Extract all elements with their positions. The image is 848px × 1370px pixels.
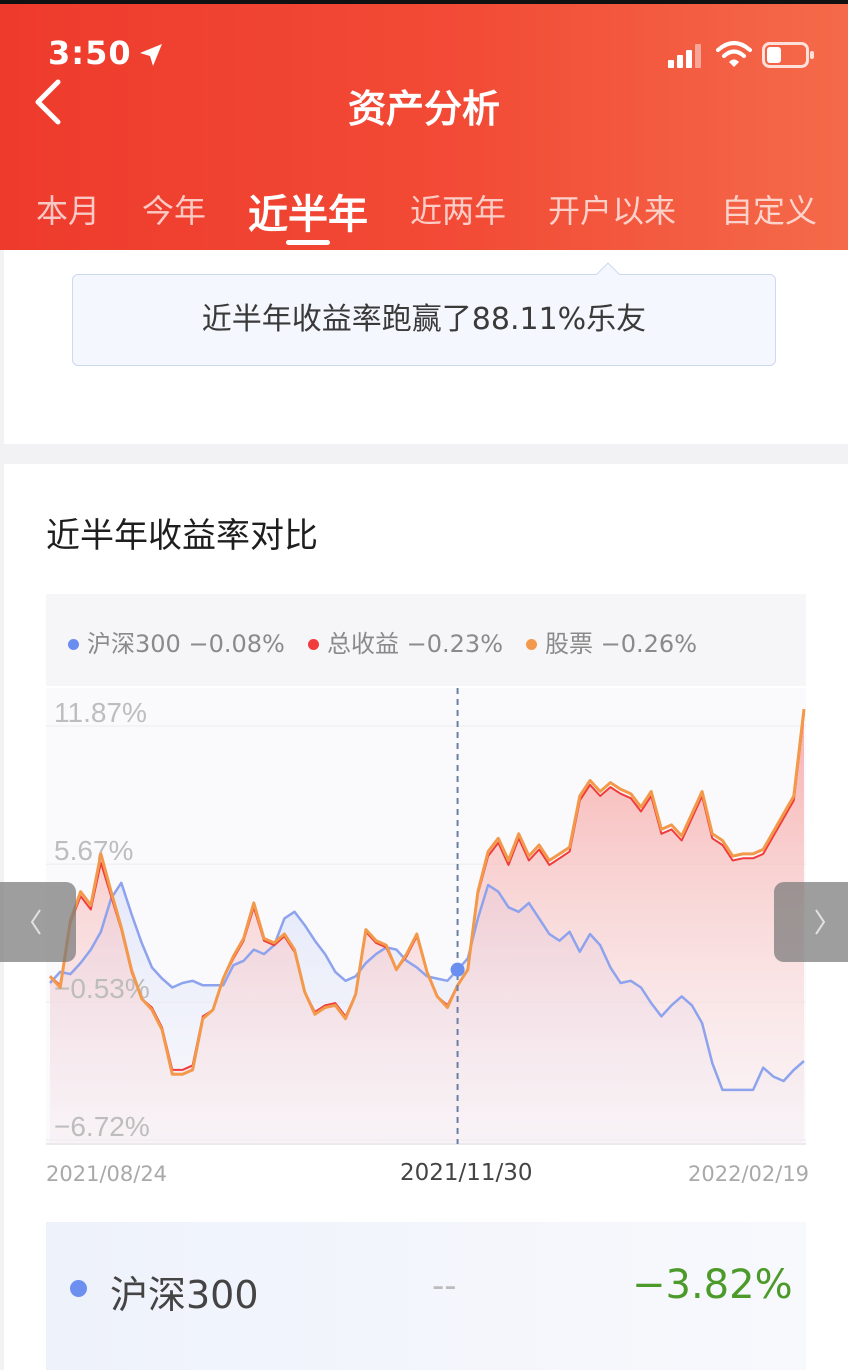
tip-pointer xyxy=(596,262,620,275)
chevron-right-icon xyxy=(815,909,826,935)
page-title: 资产分析 xyxy=(347,87,500,131)
tab-this-year[interactable]: 今年 xyxy=(142,186,206,232)
legend-item-stock: 股票 −0.26% xyxy=(526,624,697,659)
summary-row-dot xyxy=(70,1280,87,1297)
legend-value-stock: −0.26% xyxy=(600,630,697,658)
legend-name-hs300: 沪深300 xyxy=(87,630,181,658)
summary-row-name: 沪深300 xyxy=(110,1273,259,1317)
x-label-cursor: 2021/11/30 xyxy=(400,1160,533,1186)
legend-item-hs300: 沪深300 −0.08% xyxy=(68,624,285,659)
legend-item-total: 总收益 −0.23% xyxy=(308,624,503,659)
ranking-tip: 近半年收益率跑赢了88.11%乐友 xyxy=(72,274,776,366)
x-label-end: 2022/02/19 xyxy=(688,1162,810,1186)
chevron-left-icon xyxy=(30,909,41,935)
legend-value-total: −0.23% xyxy=(406,630,503,658)
tab-this-month[interactable]: 本月 xyxy=(36,186,100,232)
tab-since-open[interactable]: 开户以来 xyxy=(548,186,676,232)
x-label-start: 2021/08/24 xyxy=(46,1162,168,1186)
legend-name-stock: 股票 xyxy=(545,630,593,658)
tab-two-years[interactable]: 近两年 xyxy=(410,186,506,232)
summary-row-value: −3.82% xyxy=(632,1262,793,1308)
tab-half-year[interactable]: 近半年 xyxy=(248,182,368,240)
tab-custom[interactable]: 自定义 xyxy=(721,186,817,232)
legend-dot-stock xyxy=(526,639,537,650)
next-button[interactable] xyxy=(774,882,848,962)
section-title: 近半年收益率对比 xyxy=(46,516,318,556)
top-border xyxy=(0,0,848,4)
location-arrow-icon xyxy=(140,44,162,66)
wifi-icon xyxy=(716,41,752,67)
legend-dot-total xyxy=(308,639,319,650)
battery-icon xyxy=(762,42,814,68)
legend-value-hs300: −0.08% xyxy=(188,630,285,658)
prev-button[interactable] xyxy=(0,882,76,962)
cellular-signal-icon xyxy=(668,44,701,68)
status-time: 3:50 xyxy=(48,34,132,72)
summary-row-middle: -- xyxy=(432,1266,457,1306)
legend-dot-hs300 xyxy=(68,639,79,650)
active-tab-indicator xyxy=(286,240,330,245)
legend-name-total: 总收益 xyxy=(327,630,399,658)
